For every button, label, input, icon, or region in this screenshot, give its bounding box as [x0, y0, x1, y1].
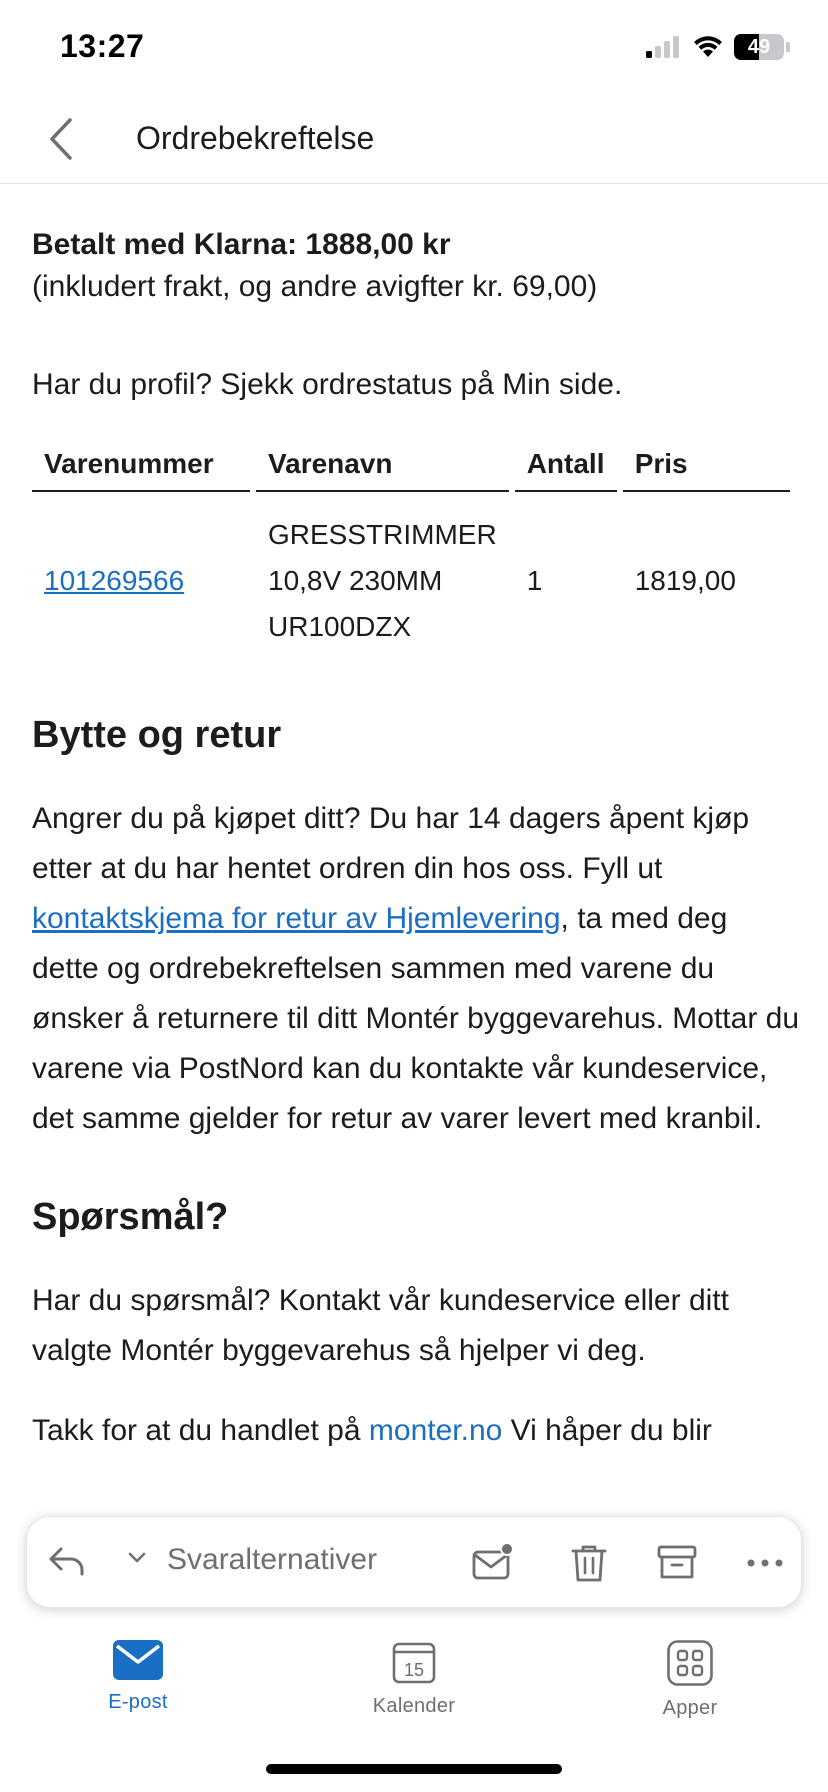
archive-icon[interactable]	[655, 1541, 699, 1585]
thanks-text-after: Vi håper du blir	[502, 1414, 712, 1447]
battery-percent: 49	[747, 35, 771, 58]
status-bar: 13:27 49	[0, 0, 828, 96]
status-icons: 49	[646, 34, 790, 60]
battery-tip	[786, 42, 790, 52]
status-time: 13:27	[60, 28, 145, 64]
column-header-item-name: Varenavn	[256, 444, 509, 492]
tab-label-calendar: Kalender	[372, 1695, 456, 1717]
questions-paragraph: Har du spørsmål? Kontakt vår kundeservic…	[32, 1284, 729, 1367]
tab-mail[interactable]: E-post	[58, 1640, 218, 1714]
nav-bar: Ordrebekreftelse	[0, 96, 828, 184]
column-header-item-number: Varenummer	[32, 444, 250, 492]
included-fees-line: (inkludert frakt, og andre avigfter kr. …	[32, 270, 598, 303]
reply-icon[interactable]	[47, 1543, 87, 1579]
item-name-line: 10,8V 230MM	[268, 565, 443, 596]
email-body: Betalt med Klarna: 1888,00 kr (inkludert…	[32, 184, 802, 1514]
monter-link[interactable]: monter.no	[369, 1414, 502, 1447]
return-heading: Bytte og retur	[32, 714, 282, 756]
questions-heading: Spørsmål?	[32, 1196, 229, 1238]
calendar-icon: 15	[392, 1642, 436, 1684]
order-table: Varenummer Varenavn Antall Pris 10126956…	[32, 444, 796, 670]
wifi-icon	[694, 36, 722, 57]
tab-label-mail: E-post	[108, 1691, 168, 1713]
item-name-line: GRESSTRIMMER	[268, 519, 497, 550]
return-form-link[interactable]: kontaktskjema for retur av Hjemlevering	[32, 902, 561, 935]
column-header-price: Pris	[622, 444, 790, 492]
return-text-after: , ta med deg dette og ordrebekreftelsen …	[32, 902, 800, 1135]
mail-icon	[113, 1640, 163, 1680]
item-name-cell: GRESSTRIMMER 10,8V 230MM UR100DZX	[256, 492, 509, 670]
return-paragraph: Angrer du på kjøpet ditt? Du har 14 dage…	[32, 794, 802, 1144]
page-title: Ordrebekreftelse	[136, 120, 375, 156]
item-number-link[interactable]: 101269566	[44, 565, 184, 596]
item-number-cell: 101269566	[32, 492, 250, 670]
quantity-cell: 1	[526, 565, 543, 596]
mark-unread-icon[interactable]	[471, 1541, 515, 1585]
calendar-day: 15	[404, 1660, 424, 1680]
home-indicator	[266, 1764, 562, 1774]
email-action-bar: Svaralternativer	[26, 1516, 802, 1608]
battery-indicator: 49	[734, 34, 784, 60]
chevron-down-icon[interactable]	[127, 1551, 147, 1565]
paid-line: Betalt med Klarna: 1888,00 kr	[32, 228, 451, 261]
trash-icon[interactable]	[567, 1541, 611, 1585]
back-button[interactable]	[36, 114, 86, 164]
reply-options-button[interactable]: Svaralternativer	[167, 1543, 377, 1577]
cellular-signal-icon	[646, 36, 679, 58]
column-header-quantity: Antall	[514, 444, 617, 492]
tab-calendar[interactable]: 15 Kalender	[334, 1640, 494, 1718]
table-header-row: Varenummer Varenavn Antall Pris	[32, 444, 790, 492]
table-row: 101269566 GRESSTRIMMER 10,8V 230MM UR100…	[32, 492, 790, 670]
item-name-line: UR100DZX	[268, 611, 412, 642]
price-cell: 1819,00	[634, 565, 736, 596]
thanks-text-before: Takk for at du handlet på	[32, 1414, 369, 1447]
tab-label-apps: Apper	[662, 1697, 718, 1719]
profile-line: Har du profil? Sjekk ordrestatus på Min …	[32, 368, 623, 401]
chevron-left-icon	[50, 118, 72, 160]
apps-icon	[667, 1640, 713, 1686]
more-options-icon[interactable]	[743, 1541, 787, 1585]
thanks-paragraph: Takk for at du handlet på monter.no Vi h…	[32, 1406, 802, 1456]
tab-apps[interactable]: Apper	[610, 1640, 770, 1720]
return-text-before: Angrer du på kjøpet ditt? Du har 14 dage…	[32, 802, 750, 885]
